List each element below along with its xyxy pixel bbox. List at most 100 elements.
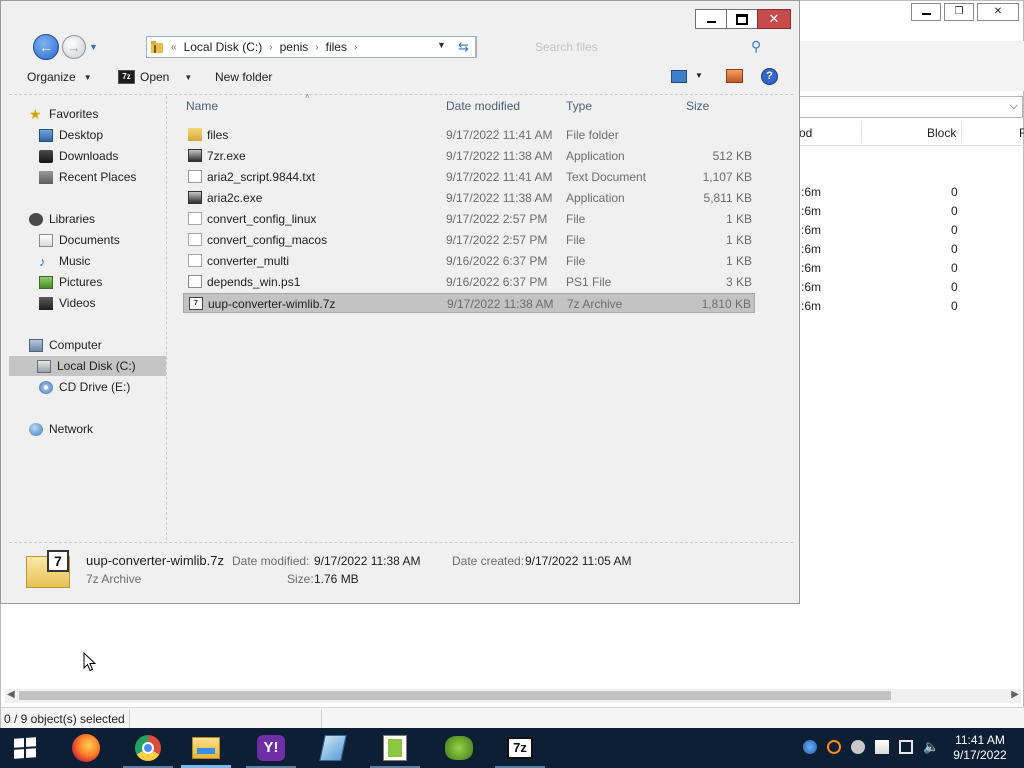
search-icon[interactable]: ⚲	[751, 38, 761, 55]
preview-pane-icon[interactable]	[726, 69, 743, 83]
column-header-type[interactable]: Type	[566, 99, 592, 115]
bg-list-row[interactable]: :6m 0	[801, 280, 971, 299]
sidebar-item-videos[interactable]: Videos	[39, 293, 95, 313]
address-history-dropdown[interactable]: ▼	[437, 40, 446, 50]
action-center-flag-icon[interactable]	[875, 740, 889, 754]
sidebar-item-cd-drive[interactable]: CD Drive (E:)	[39, 377, 130, 397]
sidebar-item-desktop[interactable]: Desktop	[39, 125, 103, 145]
chevron-down-icon[interactable]: ⌵	[1010, 100, 1018, 113]
file-row[interactable]: 7zr.exe 9/17/2022 11:38 AM Application 5…	[183, 146, 755, 166]
breadcrumb-separator-icon[interactable]: ›	[269, 42, 272, 53]
address-bar[interactable]: « Local Disk (C:) › penis › files › ▼	[146, 36, 477, 58]
file-row[interactable]: aria2_script.9844.txt 9/17/2022 11:41 AM…	[183, 167, 755, 187]
bg-list-row[interactable]: :6m 0	[801, 261, 971, 280]
bg-column-od[interactable]: od	[799, 126, 812, 140]
change-view-icon[interactable]	[671, 70, 687, 83]
sidebar-item-pictures[interactable]: Pictures	[39, 272, 102, 292]
bg-list-row[interactable]: :6m 0	[801, 299, 971, 318]
folder-icon	[188, 128, 202, 141]
breadcrumb: « Local Disk (C:) › penis › files ›	[171, 40, 357, 54]
forward-button[interactable]: →	[62, 35, 86, 59]
horizontal-scrollbar[interactable]: ◀ ▶	[5, 689, 1021, 703]
bg-list-row[interactable]: :6m 0	[801, 242, 971, 261]
column-header-date-modified[interactable]: Date modified	[446, 99, 520, 115]
scroll-left-icon[interactable]: ◀	[7, 689, 15, 700]
sidebar-item-libraries[interactable]: Libraries	[29, 209, 95, 229]
breadcrumb-local-disk[interactable]: Local Disk (C:)	[184, 40, 263, 54]
file-row[interactable]: aria2c.exe 9/17/2022 11:38 AM Applicatio…	[183, 188, 755, 208]
breadcrumb-folder[interactable]: penis	[280, 40, 309, 54]
search-box[interactable]: ⚲	[483, 36, 775, 58]
sidebar-item-computer[interactable]: Computer	[29, 335, 102, 355]
file-row[interactable]: depends_win.ps1 9/16/2022 6:37 PM PS1 Fi…	[183, 272, 755, 292]
taskbar-notepad-plus-plus[interactable]	[370, 732, 420, 768]
organize-button[interactable]: Organize ▼	[27, 70, 92, 84]
bg-minimize-button[interactable]	[911, 3, 941, 21]
recent-pages-dropdown[interactable]: ▼	[89, 42, 98, 52]
bg-column-f[interactable]: F	[1019, 126, 1024, 140]
maximize-button[interactable]	[726, 9, 758, 29]
file-row[interactable]: files 9/17/2022 11:41 AM File folder	[183, 125, 755, 145]
taskbar-clock[interactable]: 11:41 AM 9/17/2022	[945, 733, 1015, 763]
breadcrumb-files[interactable]: files	[326, 40, 347, 54]
taskbar-chrome[interactable]	[123, 732, 173, 768]
bg-list-row[interactable]: :6m 0	[801, 204, 971, 223]
taskbar-firefox[interactable]	[67, 732, 105, 764]
sidebar-item-local-disk[interactable]: Local Disk (C:)	[9, 356, 166, 376]
refresh-button[interactable]: ⇆	[452, 36, 476, 58]
bg-column-block[interactable]: Block	[927, 126, 956, 140]
refresh-icon: ⇆	[458, 39, 469, 54]
sidebar-item-network[interactable]: Network	[29, 419, 93, 439]
chevron-down-icon[interactable]: ▼	[695, 71, 703, 80]
sidebar-item-documents[interactable]: Documents	[39, 230, 120, 250]
sidebar-item-downloads[interactable]: Downloads	[39, 146, 118, 166]
scrollbar-thumb[interactable]	[19, 691, 891, 700]
sort-ascending-icon: ˄	[305, 92, 310, 101]
firefox-icon	[72, 734, 100, 762]
taskbar-7zip[interactable]: 7z	[495, 732, 545, 768]
taskbar-yahoo[interactable]: Y!	[246, 732, 296, 768]
notepad-icon	[319, 735, 347, 761]
file-row[interactable]: convert_config_linux 9/17/2022 2:57 PM F…	[183, 209, 755, 229]
display-tray-icon[interactable]	[899, 740, 913, 754]
column-divider[interactable]	[961, 121, 962, 143]
taskbar-notepad[interactable]	[314, 732, 352, 764]
file-row-selected[interactable]: 7 uup-converter-wimlib.7z 9/17/2022 11:3…	[183, 293, 755, 313]
network-tray-icon[interactable]	[803, 740, 817, 754]
minimize-button[interactable]	[695, 9, 727, 29]
close-button[interactable]: ✕	[757, 9, 791, 29]
start-button[interactable]	[14, 737, 36, 759]
file-row[interactable]: converter_multi 9/16/2022 6:37 PM File 1…	[183, 251, 755, 271]
column-divider[interactable]	[861, 121, 862, 143]
bg-list-row[interactable]: :6m 0	[801, 223, 971, 242]
new-folder-button[interactable]: New folder	[215, 70, 272, 84]
search-tray-icon[interactable]	[827, 740, 841, 754]
sidebar-item-music[interactable]: ♪ Music	[39, 251, 90, 271]
file-row[interactable]: convert_config_macos 9/17/2022 2:57 PM F…	[183, 230, 755, 250]
taskbar-file-explorer[interactable]	[181, 732, 231, 768]
column-header-name[interactable]: Name	[186, 99, 218, 115]
open-label: Open	[140, 70, 170, 84]
help-icon[interactable]: ?	[761, 68, 778, 85]
breadcrumb-overflow[interactable]: «	[171, 42, 177, 53]
open-button[interactable]: 7z Open ▼	[118, 70, 192, 84]
search-input[interactable]	[533, 39, 737, 55]
status-tray-icon[interactable]	[851, 740, 865, 754]
sidebar-item-favorites[interactable]: ★ Favorites	[29, 104, 98, 124]
scroll-right-icon[interactable]: ▶	[1011, 689, 1019, 700]
bg-restore-button[interactable]: ❐	[944, 3, 974, 21]
exe-icon	[188, 149, 202, 162]
bg-list-row[interactable]: :6m 0	[801, 185, 971, 204]
sidebar-item-recent-places[interactable]: Recent Places	[39, 167, 136, 187]
back-button[interactable]: ←	[33, 34, 59, 60]
taskbar-gecko-app[interactable]	[440, 732, 478, 764]
volume-icon[interactable]: 🔈	[923, 740, 939, 754]
breadcrumb-separator-icon[interactable]: ›	[354, 42, 357, 53]
chevron-down-icon[interactable]: ▼	[184, 73, 192, 82]
bg-close-button[interactable]: ✕	[977, 3, 1019, 21]
bg-combo-box[interactable]: ⌵	[791, 96, 1023, 118]
details-size-value: 1.76 MB	[314, 572, 359, 586]
column-header-size[interactable]: Size	[686, 99, 709, 115]
breadcrumb-separator-icon[interactable]: ›	[315, 42, 318, 53]
background-window-caption-buttons: ❐ ✕	[911, 3, 1019, 21]
